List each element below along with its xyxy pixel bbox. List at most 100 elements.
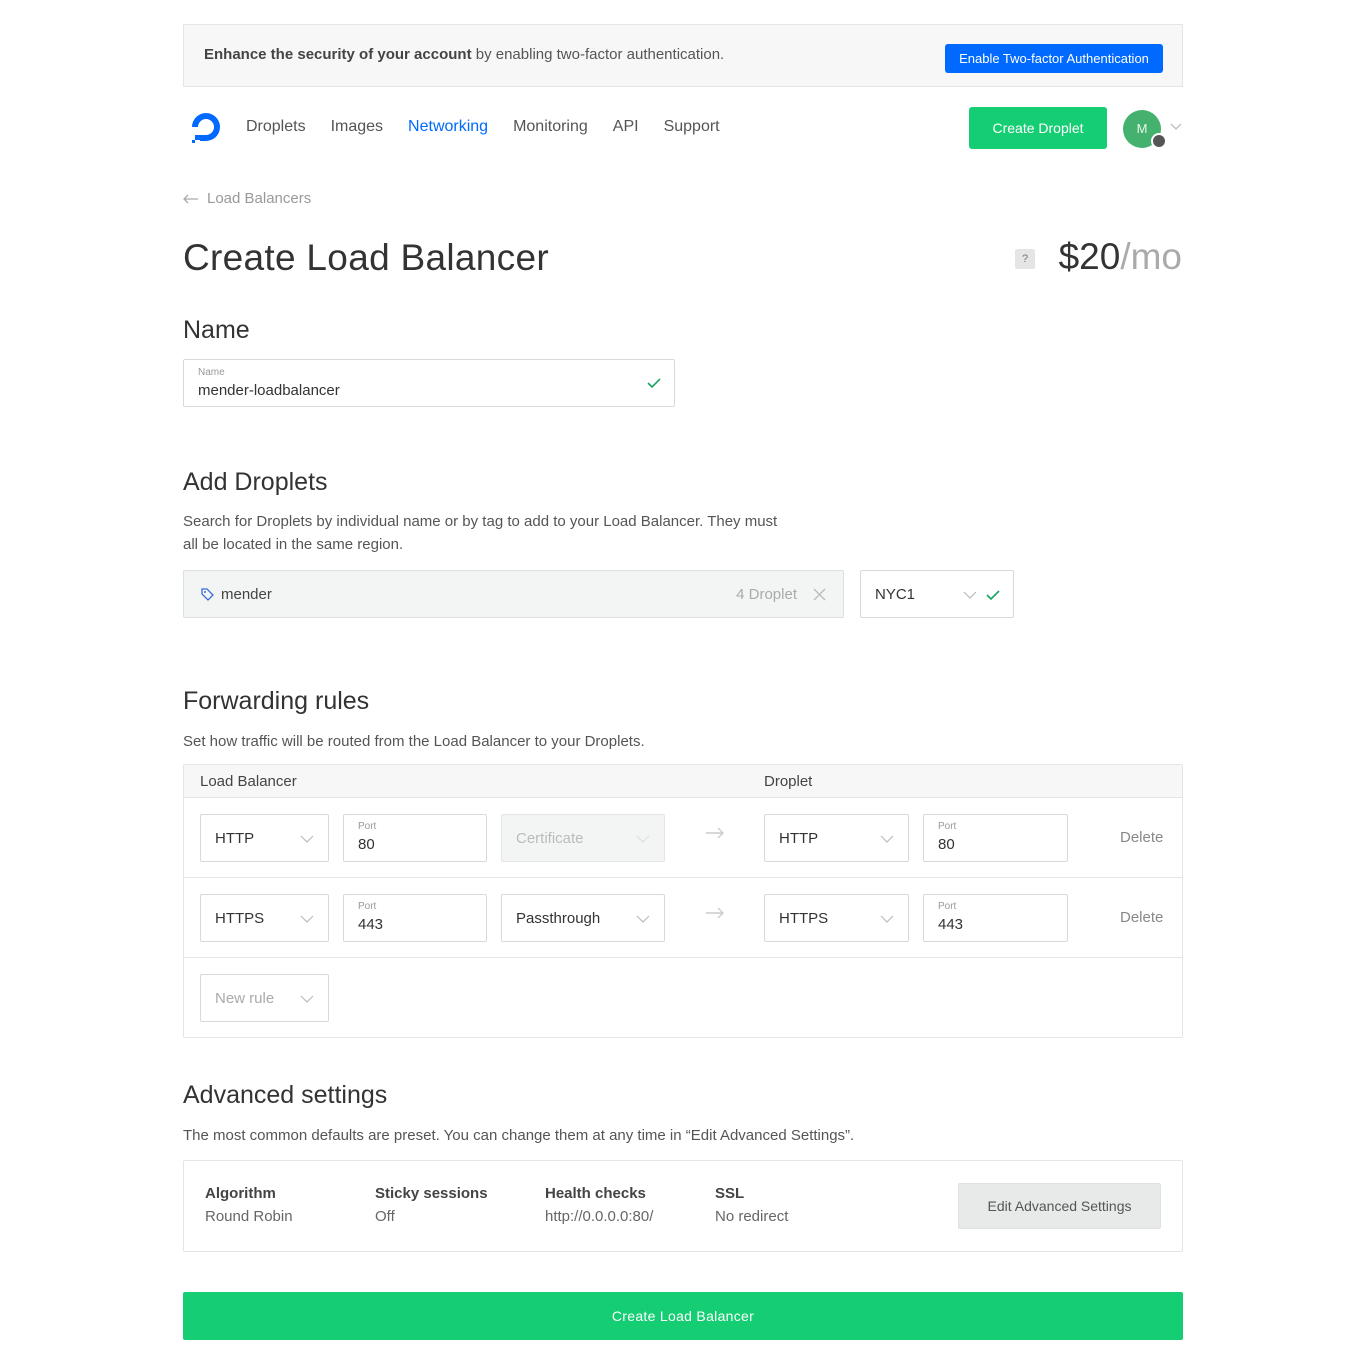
port-label: Port xyxy=(938,901,957,912)
setting-heading: SSL xyxy=(715,1185,745,1202)
chevron-down-icon xyxy=(300,835,314,843)
nav-item-droplets[interactable]: Droplets xyxy=(246,117,306,137)
certificate-value: Passthrough xyxy=(516,910,601,927)
droplet-count: 4 Droplet xyxy=(736,586,797,603)
region-value: NYC1 xyxy=(875,586,916,603)
arrow-right-icon xyxy=(706,827,724,839)
add-droplets-description: Search for Droplets by individual name o… xyxy=(183,510,777,556)
droplet-protocol-select[interactable]: HTTPS xyxy=(764,894,909,942)
lb-port-input[interactable]: Port 80 xyxy=(343,814,487,862)
setting-heading: Health checks xyxy=(545,1185,646,1202)
forwarding-rule-row: HTTPS Port 443 Passthrough HTTPS Port 44… xyxy=(184,878,1182,958)
forwarding-table-header: Load Balancer Droplet xyxy=(184,765,1182,798)
ssl-setting: SSL No redirect xyxy=(715,1185,788,1225)
chevron-down-icon xyxy=(300,915,314,923)
name-field-label: Name xyxy=(198,367,225,378)
description-line-1: Search for Droplets by individual name o… xyxy=(183,513,778,530)
port-value: 80 xyxy=(358,836,375,853)
nav-item-support[interactable]: Support xyxy=(664,117,720,137)
setting-value: Round Robin xyxy=(205,1208,293,1225)
add-droplets-title: Add Droplets xyxy=(183,468,328,496)
nav-item-monitoring[interactable]: Monitoring xyxy=(513,117,588,137)
arrow-left-icon xyxy=(183,194,198,203)
digitalocean-logo-icon[interactable] xyxy=(189,110,223,144)
chevron-down-icon xyxy=(300,995,314,1003)
two-factor-banner: Enhance the security of your account by … xyxy=(183,24,1183,87)
advanced-settings-title: Advanced settings xyxy=(183,1081,388,1109)
droplet-protocol-value: HTTP xyxy=(779,830,819,847)
droplet-protocol-value: HTTPS xyxy=(779,910,829,927)
new-rule-select[interactable]: New rule xyxy=(200,974,329,1022)
price-period: /mo xyxy=(1120,236,1182,277)
back-link[interactable]: Load Balancers xyxy=(183,190,311,207)
tag-icon xyxy=(201,588,214,601)
nav-item-api[interactable]: API xyxy=(613,117,639,137)
chevron-down-icon xyxy=(636,835,650,843)
certificate-select: Certificate xyxy=(501,814,665,862)
droplet-tag-search[interactable]: mender 4 Droplet xyxy=(183,570,844,618)
setting-heading: Sticky sessions xyxy=(375,1185,488,1202)
delete-rule-button[interactable]: Delete xyxy=(1120,829,1163,846)
advanced-settings-description: The most common defaults are preset. You… xyxy=(183,1127,855,1144)
header-load-balancer: Load Balancer xyxy=(200,773,297,790)
port-value: 443 xyxy=(358,916,384,933)
name-section-title: Name xyxy=(183,316,250,344)
droplet-port-input[interactable]: Port 443 xyxy=(923,894,1068,942)
tag-name: mender xyxy=(221,586,272,603)
port-label: Port xyxy=(358,901,377,912)
droplet-port-input[interactable]: Port 80 xyxy=(923,814,1068,862)
description-line-2: all be located in the same region. xyxy=(183,536,404,553)
chevron-down-icon xyxy=(880,835,894,843)
lb-port-input[interactable]: Port 443 xyxy=(343,894,487,942)
page-title: Create Load Balancer xyxy=(183,237,549,278)
setting-value: No redirect xyxy=(715,1208,789,1225)
banner-bold-text: Enhance the security of your account xyxy=(204,46,472,63)
setting-value: http://0.0.0.0:80/ xyxy=(545,1208,654,1225)
algorithm-setting: Algorithm Round Robin xyxy=(205,1185,293,1225)
forwarding-rules-table: Load Balancer Droplet HTTP Port 80 Certi… xyxy=(183,764,1183,1038)
clear-icon[interactable] xyxy=(813,588,826,601)
certificate-select[interactable]: Passthrough xyxy=(501,894,665,942)
create-droplet-button[interactable]: Create Droplet xyxy=(969,107,1107,149)
header-droplet: Droplet xyxy=(764,773,813,790)
name-field[interactable]: Name mender-loadbalancer xyxy=(183,359,675,407)
chevron-down-icon xyxy=(636,915,650,923)
forwarding-rules-description: Set how traffic will be routed from the … xyxy=(183,733,645,750)
chevron-down-icon xyxy=(963,591,977,599)
enable-2fa-button[interactable]: Enable Two-factor Authentication xyxy=(945,44,1163,73)
lb-protocol-value: HTTP xyxy=(215,830,255,847)
check-icon xyxy=(647,378,661,389)
lb-protocol-select[interactable]: HTTP xyxy=(200,814,329,862)
new-rule-label: New rule xyxy=(215,990,275,1007)
price-amount: $20 xyxy=(1058,236,1121,277)
droplet-protocol-select[interactable]: HTTP xyxy=(764,814,909,862)
price: $20/mo xyxy=(1059,236,1182,278)
banner-text: Enhance the security of your account by … xyxy=(204,46,724,63)
delete-rule-button[interactable]: Delete xyxy=(1120,909,1163,926)
region-select[interactable]: NYC1 xyxy=(860,570,1014,618)
port-value: 80 xyxy=(938,836,955,853)
lb-protocol-value: HTTPS xyxy=(215,910,265,927)
nav-item-images[interactable]: Images xyxy=(331,117,383,137)
setting-value: Off xyxy=(375,1208,395,1225)
avatar-badge-icon xyxy=(1151,133,1167,149)
nav-item-networking[interactable]: Networking xyxy=(408,117,488,137)
back-link-label: Load Balancers xyxy=(207,190,312,207)
forwarding-rule-row: HTTP Port 80 Certificate HTTP Port 80 De… xyxy=(184,798,1182,878)
port-label: Port xyxy=(938,821,957,832)
forwarding-rules-title: Forwarding rules xyxy=(183,687,370,715)
chevron-down-icon[interactable] xyxy=(1170,121,1182,131)
health-checks-setting: Health checks http://0.0.0.0:80/ xyxy=(545,1185,653,1225)
lb-protocol-select[interactable]: HTTPS xyxy=(200,894,329,942)
setting-heading: Algorithm xyxy=(205,1185,276,1202)
help-icon[interactable]: ? xyxy=(1015,249,1035,269)
edit-advanced-settings-button[interactable]: Edit Advanced Settings xyxy=(958,1183,1161,1229)
sticky-sessions-setting: Sticky sessions Off xyxy=(375,1185,488,1225)
chevron-down-icon xyxy=(880,915,894,923)
main-nav: Droplets Images Networking Monitoring AP… xyxy=(246,117,745,137)
arrow-right-icon xyxy=(706,907,724,919)
create-load-balancer-button[interactable]: Create Load Balancer xyxy=(183,1292,1183,1340)
port-label: Port xyxy=(358,821,377,832)
check-icon xyxy=(986,590,1000,601)
name-field-value[interactable]: mender-loadbalancer xyxy=(198,382,340,399)
